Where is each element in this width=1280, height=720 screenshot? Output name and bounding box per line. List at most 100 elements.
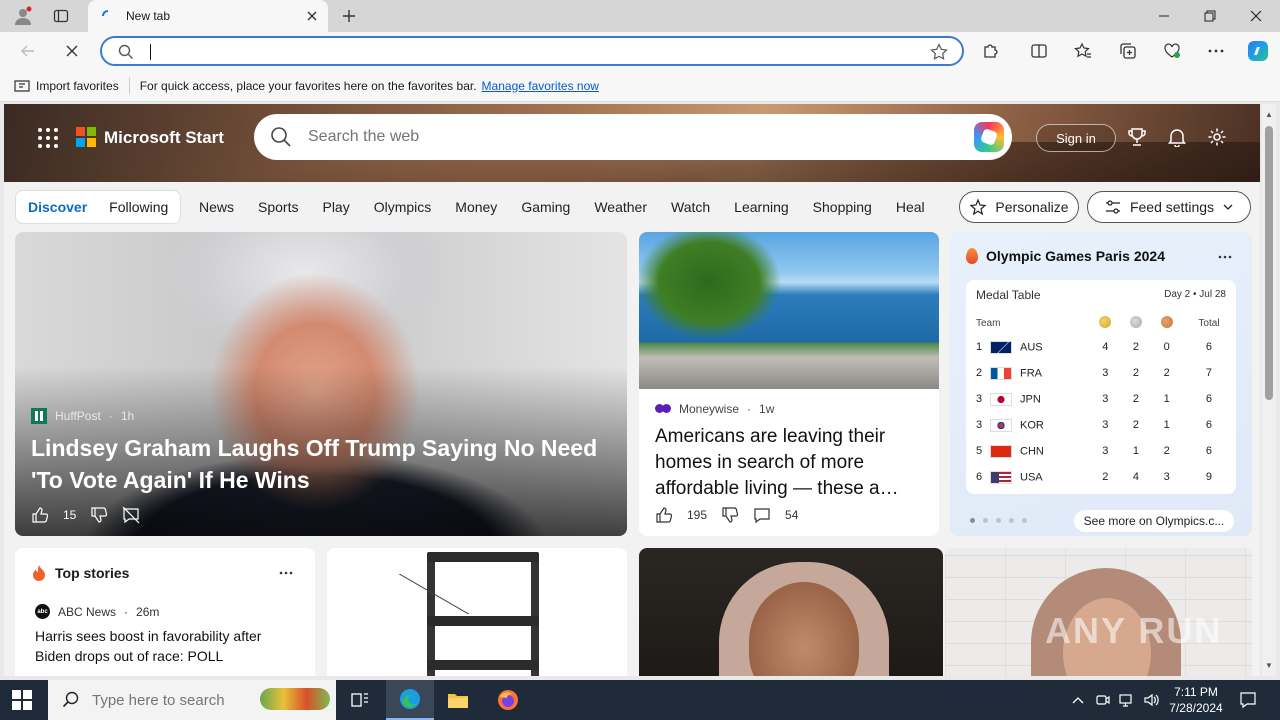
app-launcher-icon[interactable] <box>38 128 58 148</box>
medal-table[interactable]: Medal Table Day 2 • Jul 28 Team Total 1 … <box>966 280 1236 494</box>
table-row[interactable]: 3 JPN 3 2 1 6 <box>966 386 1236 412</box>
moneywise-story-card[interactable]: Moneywise · 1w Americans are leaving the… <box>639 232 939 536</box>
star-icon[interactable] <box>930 43 948 61</box>
nav-item-gaming[interactable]: Gaming <box>521 199 570 215</box>
stop-loading-button[interactable] <box>58 37 86 65</box>
nav-item-watch[interactable]: Watch <box>671 199 710 215</box>
divider <box>128 77 130 94</box>
shopping-card[interactable] <box>327 548 627 676</box>
meet-icon <box>1096 695 1110 705</box>
page-settings-button[interactable] <box>1204 124 1230 150</box>
settings-and-more-button[interactable] <box>1201 37 1231 65</box>
comments-off-icon[interactable] <box>122 506 140 524</box>
top-stories-title[interactable]: Top stories <box>55 565 129 581</box>
system-clock[interactable]: 7:11 PM 7/28/2024 <box>1164 684 1228 716</box>
scroll-down-icon[interactable]: ▼ <box>1265 661 1273 670</box>
olympic-flame-icon <box>966 248 978 264</box>
notifications-center-button[interactable] <box>1234 680 1262 720</box>
copilot-icon[interactable] <box>974 122 1004 152</box>
start-button[interactable] <box>12 690 32 710</box>
widget-more-button[interactable] <box>1218 246 1232 264</box>
restore-button[interactable] <box>1187 0 1233 32</box>
thumbs-down-icon[interactable] <box>90 506 108 524</box>
tab-actions-button[interactable] <box>48 0 74 32</box>
thumbs-up-icon[interactable] <box>655 506 673 524</box>
carousel-dots[interactable] <box>970 518 1027 523</box>
volume-button[interactable] <box>1140 680 1162 720</box>
taskbar-file-explorer[interactable] <box>434 680 482 720</box>
taskbar-search-input[interactable] <box>92 691 262 709</box>
browser-essentials-button[interactable] <box>1157 37 1187 65</box>
task-view-button[interactable] <box>336 680 384 720</box>
bronze-cell: 0 <box>1163 341 1170 353</box>
story-card-image-left[interactable] <box>639 548 943 676</box>
close-tab-icon[interactable] <box>306 10 318 22</box>
extensions-button[interactable] <box>976 37 1006 65</box>
scroll-up-icon[interactable]: ▲ <box>1265 110 1273 119</box>
close-window-button[interactable] <box>1233 0 1279 32</box>
scrollbar-thumb[interactable] <box>1265 126 1273 400</box>
nav-item-news[interactable]: News <box>199 199 234 215</box>
team-cell: FRA <box>990 360 1090 386</box>
back-button[interactable] <box>14 37 42 65</box>
thumbs-down-icon[interactable] <box>721 506 739 524</box>
nav-item-weather[interactable]: Weather <box>594 199 647 215</box>
top-story-headline[interactable]: Harris sees boost in favorability after … <box>35 626 295 666</box>
address-bar[interactable] <box>100 36 964 66</box>
new-tab-button[interactable] <box>336 0 362 32</box>
meet-now-button[interactable] <box>1092 680 1114 720</box>
separator-dot: · <box>108 409 113 423</box>
profile-button[interactable] <box>10 0 36 32</box>
table-row[interactable]: 1 AUS 4 2 0 6 <box>966 334 1236 360</box>
nav-item-sports[interactable]: Sports <box>258 199 298 215</box>
table-row[interactable]: 3 KOR 3 2 1 6 <box>966 412 1236 438</box>
feed-settings-button[interactable]: Feed settings <box>1087 191 1251 223</box>
nav-item-olympics[interactable]: Olympics <box>374 199 432 215</box>
web-search-input[interactable] <box>308 126 908 148</box>
comment-icon[interactable] <box>753 506 771 524</box>
thumbs-up-icon[interactable] <box>31 506 49 524</box>
import-favorites-button[interactable]: Import favorites <box>14 79 119 93</box>
copilot-button[interactable] <box>1243 37 1273 65</box>
tab-following[interactable]: Following <box>109 199 168 215</box>
source-name: HuffPost <box>55 409 101 423</box>
personalize-button[interactable]: Personalize <box>959 191 1079 223</box>
tab-discover[interactable]: Discover <box>28 199 87 215</box>
more-icon <box>279 571 293 575</box>
network-button[interactable] <box>1116 680 1138 720</box>
fire-icon <box>33 565 45 581</box>
notifications-button[interactable] <box>1164 124 1190 150</box>
page-scrollbar[interactable]: ▲ ▼ <box>1262 104 1276 676</box>
show-hidden-icons-button[interactable] <box>1068 680 1088 720</box>
collections-button[interactable] <box>1113 37 1143 65</box>
nav-item-health[interactable]: Heal <box>896 199 925 215</box>
nav-item-play[interactable]: Play <box>322 199 349 215</box>
nav-item-money[interactable]: Money <box>455 199 497 215</box>
favorites-button[interactable] <box>1068 37 1098 65</box>
see-more-olympics-button[interactable]: See more on Olympics.c... <box>1074 510 1234 532</box>
minimize-button[interactable] <box>1141 0 1187 32</box>
taskbar-edge[interactable] <box>386 680 434 720</box>
nav-item-shopping[interactable]: Shopping <box>813 199 872 215</box>
story-card-image-right[interactable]: ANY RUN <box>945 548 1252 676</box>
nav-item-learning[interactable]: Learning <box>734 199 789 215</box>
moneywise-headline[interactable]: Americans are leaving their homes in sea… <box>655 424 925 502</box>
tab-new-tab[interactable]: New tab <box>88 0 328 32</box>
olympics-title[interactable]: Olympic Games Paris 2024 <box>986 248 1165 264</box>
top-stories-more-button[interactable] <box>279 562 293 580</box>
table-row[interactable]: 5 CHN 3 1 2 6 <box>966 438 1236 464</box>
table-row[interactable]: 6 USA 2 4 3 9 <box>966 464 1236 490</box>
feed-settings-label: Feed settings <box>1129 199 1215 215</box>
lead-story-card[interactable]: HuffPost · 1h Lindsey Graham Laughs Off … <box>15 232 627 536</box>
web-search-box[interactable] <box>254 114 1012 160</box>
brand-title[interactable]: Microsoft Start <box>104 128 224 148</box>
split-screen-button[interactable] <box>1024 37 1054 65</box>
taskbar-search[interactable] <box>48 680 336 720</box>
lead-story-headline[interactable]: Lindsey Graham Laughs Off Trump Saying N… <box>31 432 611 496</box>
taskbar-firefox[interactable] <box>484 680 532 720</box>
rewards-button[interactable] <box>1124 124 1150 150</box>
sign-in-button[interactable]: Sign in <box>1036 124 1116 152</box>
address-input[interactable] <box>150 42 910 62</box>
manage-favorites-link[interactable]: Manage favorites now <box>482 79 599 93</box>
table-row[interactable]: 2 FRA 3 2 2 7 <box>966 360 1236 386</box>
